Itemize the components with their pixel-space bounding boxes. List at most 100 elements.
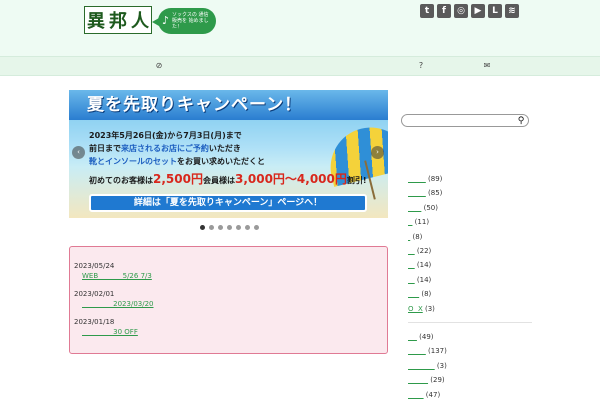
main-nav: ⊘ ? ✉ (0, 56, 600, 76)
category-item: (49) (408, 332, 532, 346)
youtube-icon[interactable]: ▶ (471, 4, 485, 18)
news-date: 2023/05/24 (74, 262, 115, 270)
category-link[interactable] (408, 362, 435, 370)
logo-char-2: 邦 (109, 11, 127, 32)
news-date: 2023/02/01 (74, 290, 115, 298)
slider-next-button[interactable]: › (371, 146, 384, 159)
category-item: (85) (408, 188, 532, 202)
category-link[interactable] (408, 189, 426, 197)
slider-dot[interactable] (254, 225, 259, 230)
price-prefix: 初めてのお客様は (89, 176, 153, 185)
category-count: (89) (425, 175, 443, 183)
category-count: (85) (425, 189, 443, 198)
category-item: (14) (408, 260, 532, 274)
twitter-icon[interactable]: t (420, 4, 434, 18)
slider-dot[interactable] (227, 225, 232, 230)
slider-prev-button[interactable]: ‹ (72, 146, 85, 159)
price-suffix: 割引! (346, 176, 367, 185)
slider-dot[interactable] (236, 225, 241, 230)
line-icon[interactable]: L (488, 4, 502, 18)
news-link[interactable]: 2023/03/20 (82, 299, 387, 309)
campaign-slider[interactable]: 夏を先取りキャンペーン！ 2023年5月26日(金)から7月3日(月)まで 前日… (69, 90, 388, 218)
category-link[interactable] (408, 276, 415, 284)
category-count: (14) (414, 261, 432, 270)
category-link[interactable] (408, 376, 428, 384)
banner-line2a: 前日まで (89, 144, 121, 153)
slider-dot[interactable] (245, 225, 250, 230)
category-count: (11) (412, 218, 430, 227)
category-item: (11) (408, 217, 532, 231)
campaign-details-button[interactable]: 詳細は「夏を先取りキャンペーン」ページへ！ (89, 194, 367, 212)
category-item: (3) (408, 361, 532, 375)
banner-title: 夏を先取りキャンペーン！ (69, 90, 388, 120)
category-item: (8) (408, 232, 532, 246)
news-item: 2023/01/18 30 OFF (74, 317, 387, 345)
rss-icon[interactable]: ≋ (505, 4, 519, 18)
category-link[interactable] (408, 175, 426, 183)
logo-mark: 異 邦 人 (84, 6, 152, 34)
category-item: (50) (408, 203, 532, 217)
banner-line3b: をお買い求めいただくと (177, 157, 265, 166)
bubble-text: ソックスの 通信販売を 始めました！ (172, 12, 209, 30)
price-first: 2,500円 (153, 172, 203, 186)
category-count: (137) (425, 347, 447, 356)
category-item: (22) (408, 246, 532, 260)
search-input[interactable]: ⚲ (401, 114, 529, 127)
news-item: 2023/02/01 2023/03/20 (74, 289, 387, 317)
check-circle-icon[interactable]: ⊘ (154, 61, 164, 71)
category-link[interactable] (408, 204, 421, 212)
slider-dot[interactable] (209, 225, 214, 230)
category-link[interactable] (408, 261, 415, 269)
category-count: (14) (414, 275, 432, 284)
site-header: 異 邦 人 ♪ ソックスの 通信販売を 始めました！ t f ◎ ▶ L ≋ (0, 0, 600, 56)
facebook-icon[interactable]: f (437, 4, 451, 18)
category-count: (47) (423, 390, 441, 399)
site-logo[interactable]: 異 邦 人 ♪ ソックスの 通信販売を 始めました！ (84, 6, 216, 34)
category-divider (408, 322, 532, 323)
category-item: (14) (408, 275, 532, 289)
category-link[interactable]: O X (408, 305, 423, 313)
logo-char-3: 人 (131, 11, 149, 32)
price-member: 3,000円～4,000円 (234, 172, 347, 186)
category-item: (89) (408, 174, 532, 188)
news-item: 2023/05/24 WEB 5/26 7/3 (74, 261, 387, 289)
banner-dates: 2023年5月26日(金)から7月3日(月)まで (89, 131, 242, 140)
news-link[interactable]: 30 OFF (82, 327, 387, 337)
category-item: (8) (408, 289, 532, 303)
category-item: O X (3) (408, 304, 532, 318)
category-count: (8) (410, 232, 423, 241)
category-list-secondary: (49) (137) (3) (29) (47) (408, 332, 532, 404)
news-box: 2023/05/24 WEB 5/26 7/3 2023/02/01 2023/03… (69, 246, 388, 354)
category-count: (50) (421, 203, 438, 212)
category-item: (29) (408, 375, 532, 389)
banner-reservation-line: 前日まで来店されるお店にご予約いただき (89, 143, 241, 154)
category-count: (49) (416, 333, 434, 341)
banner-line2b: 来店されるお店にご予約 (121, 144, 209, 153)
slider-dot[interactable] (200, 225, 205, 230)
banner-price-line: 初めてのお客様は2,500円会員様は3,000円～4,000円割引! (89, 170, 367, 187)
category-link[interactable] (408, 391, 424, 399)
slider-dots (200, 225, 259, 230)
logo-char-1: 異 (87, 11, 105, 32)
slider-dot[interactable] (218, 225, 223, 230)
mail-icon[interactable]: ✉ (482, 61, 492, 71)
banner-line3a: 靴とインソールのセット (89, 157, 177, 166)
category-count: (3) (422, 304, 435, 313)
search-icon[interactable]: ⚲ (516, 115, 526, 127)
logo-speech-bubble: ♪ ソックスの 通信販売を 始めました！ (152, 8, 216, 34)
instagram-icon[interactable]: ◎ (454, 4, 468, 18)
banner-line2c: いただき (208, 144, 241, 153)
category-link[interactable] (408, 333, 417, 341)
category-item: (47) (408, 390, 532, 404)
category-link[interactable] (408, 347, 426, 355)
news-date: 2023/01/18 (74, 318, 115, 326)
news-link[interactable]: WEB 5/26 7/3 (82, 271, 387, 281)
category-link[interactable] (408, 247, 415, 255)
category-item: (137) (408, 346, 532, 360)
banner-set-line: 靴とインソールのセットをお買い求めいただくと (89, 156, 265, 167)
help-circle-icon[interactable]: ? (416, 61, 426, 71)
category-link[interactable] (408, 290, 419, 298)
price-mid: 会員様は (202, 176, 235, 185)
category-count: (8) (419, 290, 432, 299)
category-list: (89) (85) (50) (11) (8) (22) (14) (14) (… (408, 174, 532, 318)
